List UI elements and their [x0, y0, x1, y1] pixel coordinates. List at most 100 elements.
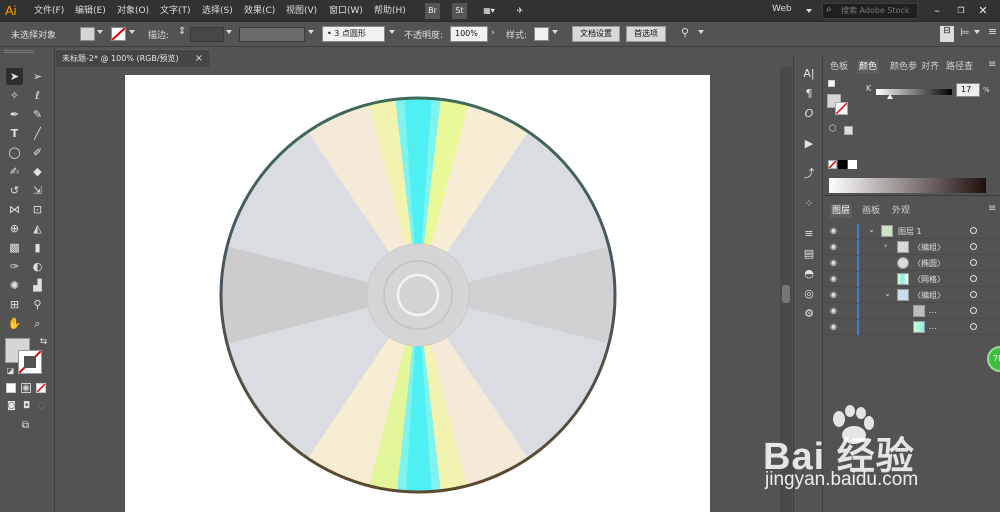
layer-label[interactable]: ... — [929, 306, 937, 315]
chevron-down-icon[interactable] — [698, 30, 704, 34]
layer-target-icon[interactable] — [970, 227, 977, 234]
chevron-right-icon[interactable]: › — [884, 241, 887, 250]
layer-row[interactable]: ◉ › 〈编组〉 — [824, 240, 1000, 255]
brush-definition[interactable]: • 3 点圆形 — [322, 26, 385, 42]
lasso-icon[interactable]: ℓ — [29, 87, 46, 104]
chevron-down-icon[interactable] — [226, 30, 232, 34]
layer-target-icon[interactable] — [970, 291, 977, 298]
menu-select[interactable]: 选择(S) — [202, 4, 233, 18]
free-transform-icon[interactable]: ⊡ — [29, 201, 46, 218]
chevron-down-icon[interactable]: ⌄ — [884, 289, 891, 298]
stroke-color-box[interactable] — [18, 350, 42, 374]
layer-target-icon[interactable] — [970, 259, 977, 266]
screen-mode-icon[interactable]: ⧉ — [17, 417, 34, 434]
restore-icon[interactable]: ❐ — [954, 3, 968, 19]
paintbrush-icon[interactable]: ✐ — [29, 144, 46, 161]
preferences-button[interactable]: 首选项 — [626, 26, 666, 42]
shaper-icon[interactable]: ✍ — [6, 163, 23, 180]
perspective-icon[interactable]: ◭ — [29, 220, 46, 237]
document-tab[interactable]: 未标题-2* @ 100% (RGB/预览) × — [56, 49, 209, 67]
visibility-eye-icon[interactable]: ◉ — [830, 290, 837, 299]
menu-object[interactable]: 对象(O) — [117, 4, 149, 18]
fill-swatch[interactable] — [80, 27, 95, 41]
opacity-input[interactable]: 100% — [450, 26, 488, 42]
selection-tool-icon[interactable]: ➤ — [6, 68, 23, 85]
transparency-panel-icon[interactable]: ◓ — [800, 266, 818, 282]
symbol-sprayer-icon[interactable]: ✺ — [6, 277, 23, 294]
gradient-icon[interactable]: ▮ — [29, 239, 46, 256]
tab-color[interactable]: 颜色 — [857, 60, 880, 74]
layer-target-icon[interactable] — [970, 243, 977, 250]
cd-disc-artwork[interactable] — [213, 90, 623, 500]
tab-pathfinder[interactable]: 路径查 — [946, 60, 973, 74]
stroke-weight-input[interactable] — [190, 27, 224, 42]
stock-button[interactable]: St — [452, 3, 467, 19]
quick-actions-icon[interactable]: ⚲ — [681, 26, 689, 39]
graphic-style-swatch[interactable] — [534, 27, 549, 41]
out-of-gamut-icon[interactable]: ⬡ — [829, 124, 837, 134]
magic-wand-icon[interactable]: ✧ — [6, 87, 23, 104]
mesh-icon[interactable]: ▩ — [6, 239, 23, 256]
white-swatch[interactable] — [848, 160, 857, 169]
visibility-eye-icon[interactable]: ◉ — [830, 258, 837, 267]
artboard-icon[interactable]: ⊞ — [6, 296, 23, 313]
layer-label[interactable]: 〈网格〉 — [913, 274, 945, 285]
zoom-icon[interactable]: ⌕ — [29, 315, 46, 332]
blend-icon[interactable]: ◐ — [29, 258, 46, 275]
stroke-weight-stepper-icon[interactable]: ⇕ — [178, 26, 186, 37]
scroll-thumb[interactable] — [782, 285, 790, 303]
menu-effect[interactable]: 效果(C) — [244, 4, 275, 18]
color-mode-icon[interactable] — [6, 383, 16, 393]
layer-row[interactable]: ◉ ⌄ 〈编组〉 — [824, 288, 1000, 303]
layer-target-icon[interactable] — [970, 307, 977, 314]
visibility-eye-icon[interactable]: ◉ — [830, 322, 837, 331]
minimize-icon[interactable]: – — [930, 3, 944, 19]
panel-menu-icon[interactable]: ≡ — [988, 25, 997, 38]
menu-file[interactable]: 文件(F) — [34, 4, 64, 18]
stroke-swatch[interactable] — [111, 27, 126, 41]
layer-target-icon[interactable] — [970, 323, 977, 330]
rotate-icon[interactable]: ↺ — [6, 182, 23, 199]
layer-row[interactable]: ◉ ... — [824, 320, 1000, 335]
chevron-down-icon[interactable] — [129, 30, 135, 34]
swap-fill-stroke-icon[interactable]: ⇆ — [35, 334, 52, 351]
none-swatch[interactable] — [828, 160, 837, 169]
curvature-icon[interactable]: ✎ — [29, 106, 46, 123]
gradient-panel-icon[interactable]: ▤ — [800, 246, 818, 262]
chevron-down-icon[interactable] — [308, 30, 314, 34]
tab-align[interactable]: 对齐 — [921, 60, 939, 74]
slice-icon[interactable]: ⚲ — [29, 296, 46, 313]
variable-width-profile[interactable] — [239, 27, 305, 42]
align-icon[interactable]: ⊟ — [940, 26, 954, 42]
visibility-eye-icon[interactable]: ◉ — [830, 226, 837, 235]
chevron-down-icon[interactable] — [552, 30, 558, 34]
menu-type[interactable]: 文字(T) — [160, 4, 191, 18]
chevron-down-icon[interactable] — [389, 30, 395, 34]
layer-row[interactable]: ◉ ⌄ 图层 1 — [824, 224, 1000, 239]
chevron-down-icon[interactable] — [97, 30, 103, 34]
shape-builder-icon[interactable]: ⊕ — [6, 220, 23, 237]
stroke-color-box[interactable] — [835, 102, 848, 115]
appearance-panel-icon[interactable]: ◎ — [800, 286, 818, 302]
paragraph-panel-icon[interactable]: ¶ — [800, 86, 818, 102]
width-icon[interactable]: ⋈ — [6, 201, 23, 218]
panel-menu-icon[interactable]: ≡ — [988, 58, 996, 72]
layer-row[interactable]: ◉ ... — [824, 304, 1000, 319]
panel-menu-icon[interactable]: ≡ — [988, 202, 996, 216]
hand-icon[interactable]: ✋ — [6, 315, 23, 332]
color-spectrum[interactable] — [829, 178, 986, 193]
workspace-switcher[interactable]: Web — [772, 4, 792, 14]
stock-search-input[interactable]: ⌕ 搜索 Adobe Stock — [822, 3, 918, 19]
tab-swatches[interactable]: 色板 — [830, 60, 848, 74]
line-icon[interactable]: ╱ — [29, 125, 46, 142]
tab-layers[interactable]: 图层 — [830, 204, 853, 218]
k-slider-thumb[interactable] — [887, 94, 893, 99]
visibility-eye-icon[interactable]: ◉ — [830, 274, 837, 283]
menu-view[interactable]: 视图(V) — [286, 4, 317, 18]
panel-toggle-icon[interactable]: ⊨ — [960, 26, 970, 39]
chevron-right-icon[interactable]: › — [491, 28, 495, 38]
visibility-eye-icon[interactable]: ◉ — [830, 306, 837, 315]
export-panel-icon[interactable]: ⤴ — [800, 166, 818, 182]
scale-icon[interactable]: ⇲ — [29, 182, 46, 199]
tab-color-guide[interactable]: 颜色参 — [890, 60, 917, 74]
